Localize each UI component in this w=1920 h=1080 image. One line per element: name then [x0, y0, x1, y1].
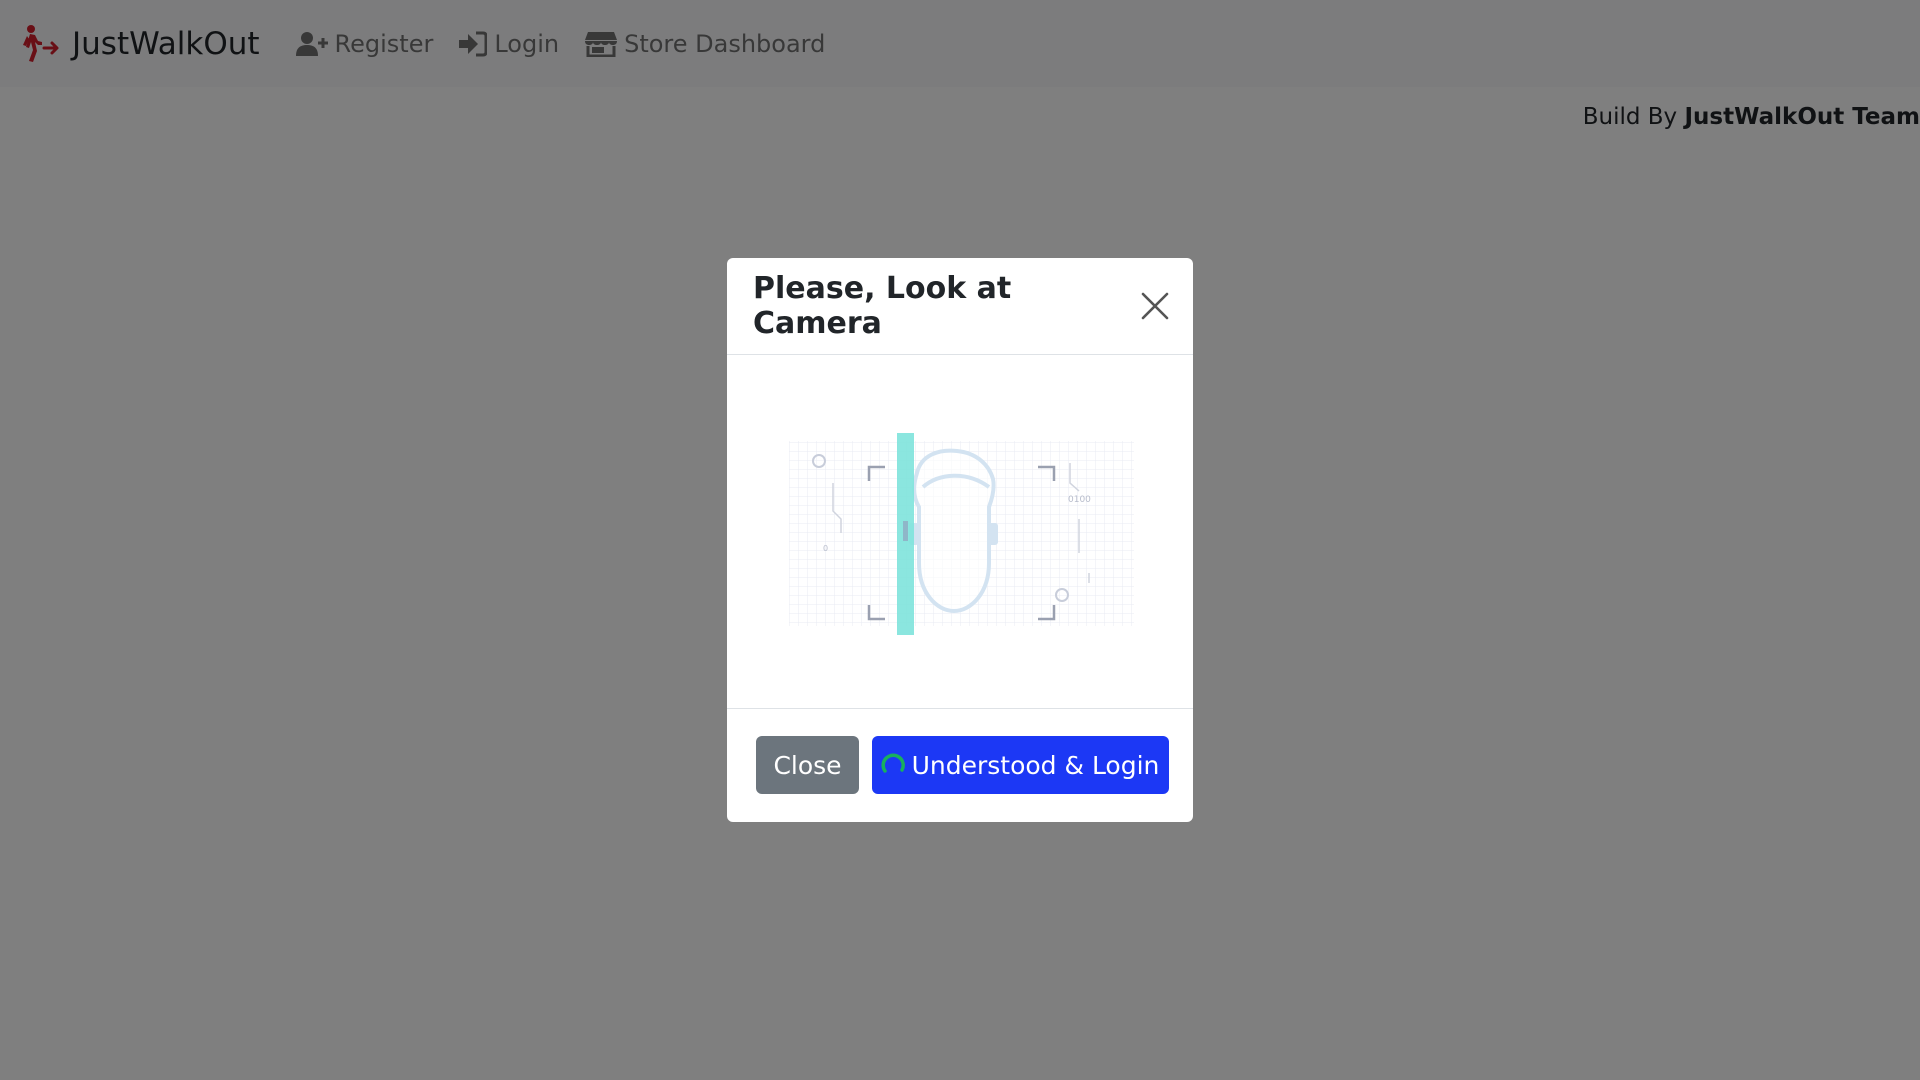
camera-modal: Please, Look at Camera 0100 0 Close Unde…: [727, 258, 1193, 822]
modal-title: Please, Look at Camera: [753, 271, 1012, 341]
close-icon: [1141, 292, 1168, 320]
modal-footer: Close Understood & Login: [727, 709, 1193, 821]
modal-body: 0100 0: [727, 355, 1193, 709]
digit-label: 0: [823, 544, 828, 553]
modal-header: Please, Look at Camera: [727, 258, 1193, 355]
binary-label: 0100: [1068, 495, 1091, 505]
understood-login-label: Understood & Login: [911, 750, 1160, 780]
face-scan-illustration: 0100 0: [789, 433, 1134, 635]
loading-spinner-icon: [881, 753, 905, 773]
modal-close-icon[interactable]: [1138, 289, 1171, 323]
understood-login-button[interactable]: Understood & Login: [872, 736, 1169, 794]
close-button[interactable]: Close: [756, 736, 859, 794]
